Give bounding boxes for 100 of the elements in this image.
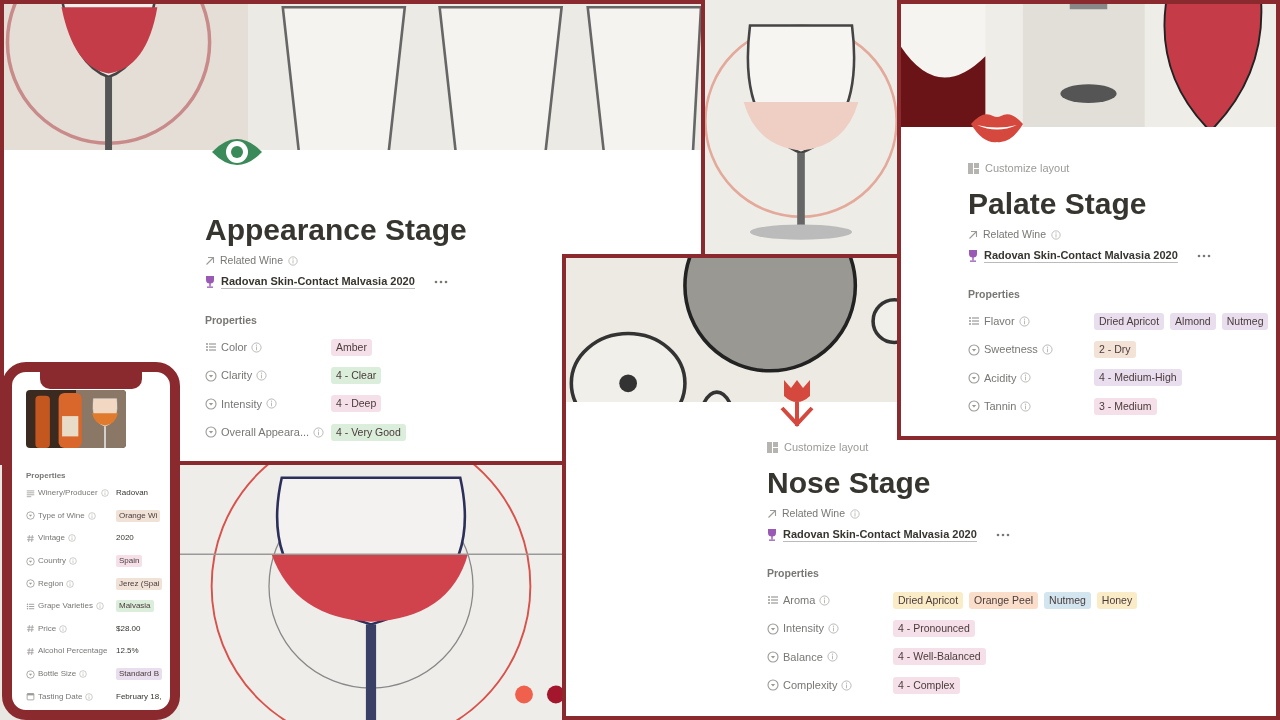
tag: Almond [1170, 312, 1216, 330]
property-label: Acidity [984, 370, 1017, 386]
property-label: Aroma [783, 592, 816, 608]
tag: 3 - Medium [1094, 397, 1157, 415]
property-label: Clarity [221, 368, 253, 384]
tag: 4 - Complex [893, 676, 960, 694]
tag: Malvasia [116, 600, 154, 613]
dropdown-icon [767, 650, 779, 663]
section-heading: Properties [205, 313, 257, 328]
wine-glass-icon [767, 528, 777, 541]
property-label: Bottle Size [38, 668, 77, 681]
tag: Nutmeg [1044, 591, 1091, 609]
property-label: Region [38, 577, 64, 590]
property-label: Winery/Producer [38, 487, 98, 500]
property-label: Overall Appeara... [221, 425, 310, 441]
info-icon [827, 623, 839, 635]
property-label: Tannin [984, 399, 1017, 415]
property-label: Intensity [783, 621, 824, 637]
info-icon [87, 511, 96, 520]
dropdown-icon [968, 371, 980, 384]
info-icon [1051, 230, 1062, 240]
section-heading: Properties [767, 566, 819, 581]
property-label: Complexity [783, 678, 838, 694]
info-icon [850, 509, 861, 519]
info-icon [59, 624, 68, 633]
property-value: February 18, [116, 690, 162, 703]
dropdown-icon [26, 556, 35, 566]
arrow-icon [968, 230, 978, 240]
tag: 4 - Very Good [331, 423, 406, 441]
property-label: Flavor [984, 313, 1015, 329]
tag: 4 - Pronounced [893, 620, 975, 638]
property-value: Radovan [116, 487, 149, 500]
property-label: Related Wine [220, 253, 284, 269]
dropdown-icon [968, 343, 980, 356]
section-heading: Properties [968, 287, 1020, 302]
tag: 2 - Dry [1094, 341, 1136, 359]
related-wine-link[interactable]: Radovan Skin-Contact Malvasia 2020 [783, 527, 977, 542]
tag: 4 - Medium-High [1094, 369, 1182, 387]
page-title: Nose Stage [767, 465, 931, 501]
property-label: Country [38, 555, 66, 568]
dropdown-icon [968, 400, 980, 413]
page-title: Palate Stage [968, 186, 1147, 222]
tag: Honey [1096, 591, 1138, 609]
property-label: Balance [783, 649, 823, 665]
property-label: Type of Wine [38, 509, 85, 522]
property-label: Intensity [221, 396, 262, 412]
property-value: $28.00 [116, 622, 141, 635]
info-icon [66, 579, 75, 588]
info-icon [85, 692, 94, 701]
dropdown-icon [767, 679, 779, 692]
info-icon [1020, 400, 1032, 412]
hash-icon [26, 534, 35, 543]
related-wine-link[interactable]: Radovan Skin-Contact Malvasia 2020 [221, 274, 415, 289]
tag: 4 - Deep [331, 395, 382, 413]
property-value: 2020 [116, 532, 134, 545]
dropdown-icon [767, 622, 779, 635]
info-icon [69, 557, 77, 566]
tag: Nutmeg [1221, 312, 1269, 330]
info-icon [96, 602, 104, 611]
info-icon [1018, 315, 1030, 327]
info-icon [100, 489, 109, 498]
page-title: Appearance Stage [205, 212, 467, 248]
info-icon [256, 370, 268, 382]
property-label: Grape Varieties [38, 600, 93, 613]
related-wine-link[interactable]: Radovan Skin-Contact Malvasia 2020 [984, 248, 1178, 263]
tag: Amber [331, 338, 372, 356]
arrow-icon [205, 256, 215, 266]
section-heading: Properties [26, 470, 66, 482]
tag: 4 - Well-Balanced [893, 648, 986, 666]
tag: Standard B [116, 668, 163, 681]
tag: 4 - Clear [331, 367, 382, 385]
property-label: Color [221, 339, 248, 355]
info-icon [826, 651, 838, 663]
property-label: Price [38, 622, 57, 635]
tag: Spain [116, 555, 143, 568]
list-icon [767, 594, 779, 607]
hash-icon [26, 624, 35, 634]
property-label: Vintage [38, 532, 65, 545]
calendar-icon [26, 692, 35, 702]
property-value: 12.5% [116, 645, 139, 658]
wine-glass-icon [968, 249, 978, 262]
dropdown-icon [205, 426, 217, 439]
tag: Dried Apricot [893, 591, 964, 609]
arrow-icon [767, 509, 777, 519]
info-icon [68, 534, 76, 543]
info-icon [288, 256, 299, 266]
list-icon [26, 601, 35, 611]
property-label: Alcohol Percentage [38, 645, 108, 658]
list-icon [968, 315, 980, 328]
tag: Dried Apricot [1094, 312, 1165, 330]
dropdown-icon [26, 669, 35, 679]
property-label: Related Wine [782, 506, 846, 522]
info-icon [265, 398, 277, 410]
property-label: Tasting Date [38, 690, 83, 703]
property-label: Related Wine [983, 227, 1047, 243]
info-icon [1041, 344, 1053, 356]
dropdown-icon [205, 397, 217, 410]
tag: Orange Peel [969, 591, 1039, 609]
dropdown-icon [26, 579, 35, 589]
hash-icon [26, 646, 35, 656]
